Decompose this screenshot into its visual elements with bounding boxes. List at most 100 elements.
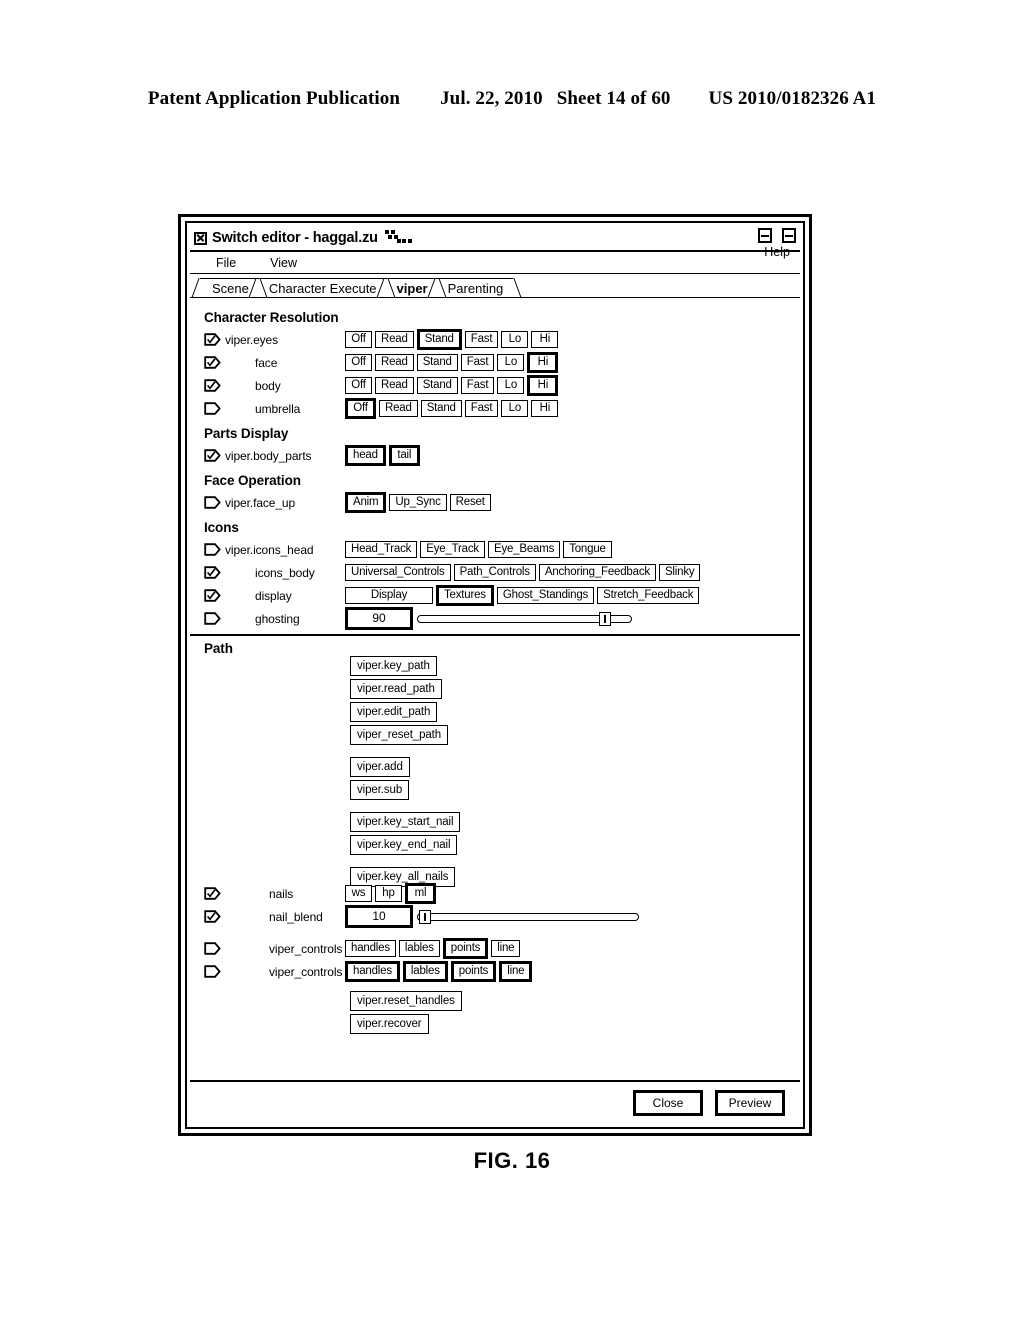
preview-button[interactable]: Preview — [717, 1092, 783, 1114]
checkbox-checked-icon[interactable] — [204, 333, 221, 346]
checkbox-checked-icon[interactable] — [204, 910, 221, 923]
checkbox-unchecked-icon[interactable] — [204, 496, 221, 509]
button-read[interactable]: Read — [375, 377, 414, 394]
ghosting-slider-thumb[interactable] — [599, 611, 611, 626]
ghosting-slider[interactable] — [417, 611, 632, 626]
button-lables[interactable]: lables — [404, 963, 446, 980]
button-fast[interactable]: Fast — [464, 400, 499, 417]
button-points[interactable]: points — [452, 963, 495, 980]
path-lower-rows: nails ws hp ml nail_blend 10 viper_contr… — [190, 882, 800, 1037]
nail-blend-value-field[interactable]: 10 — [347, 907, 411, 926]
close-button[interactable]: Close — [635, 1092, 701, 1114]
checkbox-unchecked-icon[interactable] — [204, 965, 221, 978]
button-line[interactable]: line — [501, 963, 531, 980]
checkbox-unchecked-icon[interactable] — [204, 543, 221, 556]
button-fast[interactable]: Fast — [460, 354, 495, 371]
button-hi[interactable]: Hi — [529, 377, 557, 394]
ghosting-value-field[interactable]: 90 — [347, 609, 411, 628]
button-viper-add[interactable]: viper.add — [350, 757, 410, 777]
button-head-track[interactable]: Head_Track — [345, 541, 418, 558]
button-stretch-feedback[interactable]: Stretch_Feedback — [597, 587, 700, 604]
close-box-icon[interactable] — [194, 231, 207, 245]
button-read[interactable]: Read — [375, 354, 414, 371]
button-viper-reset-handles[interactable]: viper.reset_handles — [350, 991, 462, 1011]
button-slinky[interactable]: Slinky — [658, 564, 701, 581]
button-stand[interactable]: Stand — [418, 331, 460, 348]
button-anim[interactable]: Anim — [347, 494, 385, 511]
button-reset[interactable]: Reset — [449, 494, 491, 511]
checkbox-checked-icon[interactable] — [204, 887, 221, 900]
button-hi[interactable]: Hi — [531, 400, 559, 417]
button-universal-controls[interactable]: Universal_Controls — [345, 564, 451, 581]
button-viper-recover[interactable]: viper.recover — [350, 1014, 429, 1034]
tab-character-execute[interactable]: Character Execute — [256, 278, 387, 297]
button-read[interactable]: Read — [375, 331, 414, 348]
button-stand[interactable]: Stand — [420, 400, 462, 417]
button-viper-key-end-nail[interactable]: viper.key_end_nail — [350, 835, 458, 855]
button-off[interactable]: Off — [347, 400, 374, 417]
button-lables[interactable]: lables — [398, 940, 440, 957]
button-handles[interactable]: handles — [345, 940, 396, 957]
segmented-control-body: Off Read Stand Fast Lo Hi — [345, 375, 558, 396]
switch-editor-window: Switch editor - haggal.zu File View Help… — [178, 214, 812, 1136]
button-viper-key-path[interactable]: viper.key_path — [350, 656, 437, 676]
button-lo[interactable]: Lo — [497, 377, 525, 394]
button-hi[interactable]: Hi — [529, 354, 557, 371]
menu-item-view[interactable]: View — [260, 256, 307, 270]
button-ml[interactable]: ml — [407, 885, 434, 902]
button-points[interactable]: points — [444, 940, 487, 957]
nail-blend-controls: 10 — [345, 905, 639, 928]
button-display[interactable]: Display — [345, 587, 433, 604]
button-viper-edit-path[interactable]: viper.edit_path — [350, 702, 438, 722]
button-eye-beams[interactable]: Eye_Beams — [487, 541, 561, 558]
button-off[interactable]: Off — [345, 331, 372, 348]
button-hp[interactable]: hp — [375, 885, 402, 902]
button-viper-read-path[interactable]: viper.read_path — [350, 679, 442, 699]
button-fast[interactable]: Fast — [460, 377, 495, 394]
button-up-sync[interactable]: Up_Sync — [389, 494, 447, 511]
button-line[interactable]: line — [491, 940, 521, 957]
button-lo[interactable]: Lo — [501, 400, 529, 417]
group-title-parts-display: Parts Display — [204, 426, 289, 441]
button-fast[interactable]: Fast — [464, 331, 499, 348]
button-head[interactable]: head — [347, 447, 384, 464]
nail-blend-slider[interactable] — [417, 909, 639, 924]
segmented-control-face-up: Anim Up_Sync Reset — [345, 492, 491, 513]
button-viper-sub[interactable]: viper.sub — [350, 780, 410, 800]
button-ws[interactable]: ws — [345, 885, 372, 902]
checkbox-checked-icon[interactable] — [204, 566, 221, 579]
minimize-icon[interactable] — [758, 228, 772, 243]
window-title: Switch editor - haggal.zu — [212, 230, 378, 246]
button-ghost-standings[interactable]: Ghost_Standings — [496, 587, 595, 604]
button-eye-track[interactable]: Eye_Track — [420, 541, 485, 558]
checkbox-checked-icon[interactable] — [204, 449, 221, 462]
maximize-icon[interactable] — [782, 228, 796, 243]
button-off[interactable]: Off — [345, 377, 372, 394]
button-tongue[interactable]: Tongue — [563, 541, 612, 558]
checkbox-checked-icon[interactable] — [204, 379, 221, 392]
button-handles[interactable]: handles — [347, 963, 398, 980]
checkbox-checked-icon[interactable] — [204, 589, 221, 602]
button-stand[interactable]: Stand — [416, 354, 458, 371]
button-tail[interactable]: tail — [390, 447, 418, 464]
checkbox-checked-icon[interactable] — [204, 356, 221, 369]
button-textures[interactable]: Textures — [438, 587, 492, 604]
button-read[interactable]: Read — [379, 400, 418, 417]
checkbox-unchecked-icon[interactable] — [204, 942, 221, 955]
button-off[interactable]: Off — [345, 354, 372, 371]
tab-parenting[interactable]: Parenting — [435, 278, 514, 297]
button-hi[interactable]: Hi — [531, 331, 559, 348]
button-lo[interactable]: Lo — [497, 354, 525, 371]
checkbox-unchecked-icon[interactable] — [204, 612, 221, 625]
button-viper-reset-path[interactable]: viper_reset_path — [350, 725, 449, 745]
menu-item-file[interactable]: File — [206, 256, 246, 270]
path-button-stack: viper.key_path viper.read_path viper.edi… — [350, 656, 461, 890]
button-anchoring-feedback[interactable]: Anchoring_Feedback — [538, 564, 656, 581]
button-viper-key-start-nail[interactable]: viper.key_start_nail — [350, 812, 461, 832]
nail-blend-slider-thumb[interactable] — [419, 909, 431, 924]
menu-item-help[interactable]: Help — [764, 245, 790, 259]
button-lo[interactable]: Lo — [501, 331, 529, 348]
checkbox-unchecked-icon[interactable] — [204, 402, 221, 415]
button-stand[interactable]: Stand — [416, 377, 458, 394]
button-path-controls[interactable]: Path_Controls — [453, 564, 536, 581]
